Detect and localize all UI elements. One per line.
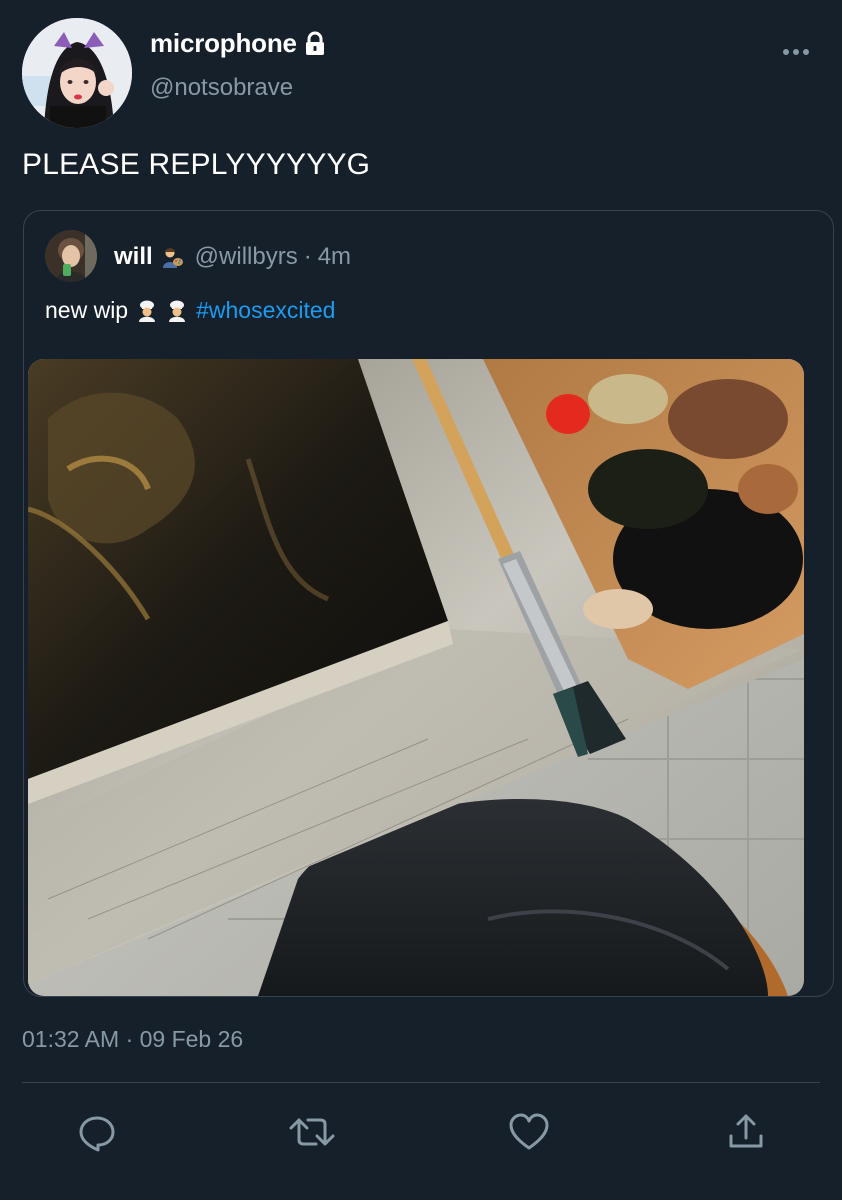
- cook-emoji-icon: [166, 300, 188, 322]
- quoted-author-handle[interactable]: @willbyrs: [195, 243, 298, 271]
- quoted-tweet-time[interactable]: 4m: [318, 243, 351, 271]
- author-name-text: microphone: [150, 28, 297, 58]
- tweet-text: PLEASE REPLYYYYYYG: [22, 148, 371, 181]
- more-options-icon[interactable]: [778, 42, 814, 62]
- quoted-tweet-header: will @willbyrs · 4m: [114, 243, 351, 271]
- quoted-author-avatar[interactable]: [45, 230, 97, 282]
- author-display-name[interactable]: microphone: [150, 28, 327, 59]
- share-icon: [726, 1112, 766, 1157]
- cook-emoji-icon: [136, 300, 158, 322]
- reply-button[interactable]: [75, 1112, 119, 1156]
- quoted-author-name[interactable]: will: [114, 243, 153, 271]
- quoted-tweet-body: new wip: [45, 297, 129, 323]
- divider: [22, 1082, 820, 1083]
- retweet-button[interactable]: [289, 1112, 335, 1157]
- quoted-tweet-text: new wip #whosexcited: [45, 297, 335, 324]
- reply-icon: [77, 1112, 117, 1157]
- quoted-tweet-card[interactable]: will @willbyrs · 4m new wip #whosexcited: [23, 210, 834, 997]
- author-avatar-image: [22, 18, 132, 128]
- quoted-tweet-image[interactable]: [28, 359, 804, 996]
- author-avatar[interactable]: [22, 18, 132, 128]
- separator-dot: ·: [303, 243, 312, 270]
- retweet-icon: [289, 1112, 335, 1157]
- author-handle[interactable]: @notsobrave: [150, 74, 293, 102]
- heart-icon: [508, 1112, 550, 1157]
- share-button[interactable]: [724, 1112, 768, 1156]
- tweet-timestamp[interactable]: 01:32 AM · 09 Feb 26: [22, 1026, 243, 1053]
- like-button[interactable]: [507, 1112, 551, 1156]
- hashtag-link[interactable]: #whosexcited: [196, 297, 335, 324]
- lock-icon: [303, 31, 327, 57]
- artist-emoji-icon: [161, 246, 183, 268]
